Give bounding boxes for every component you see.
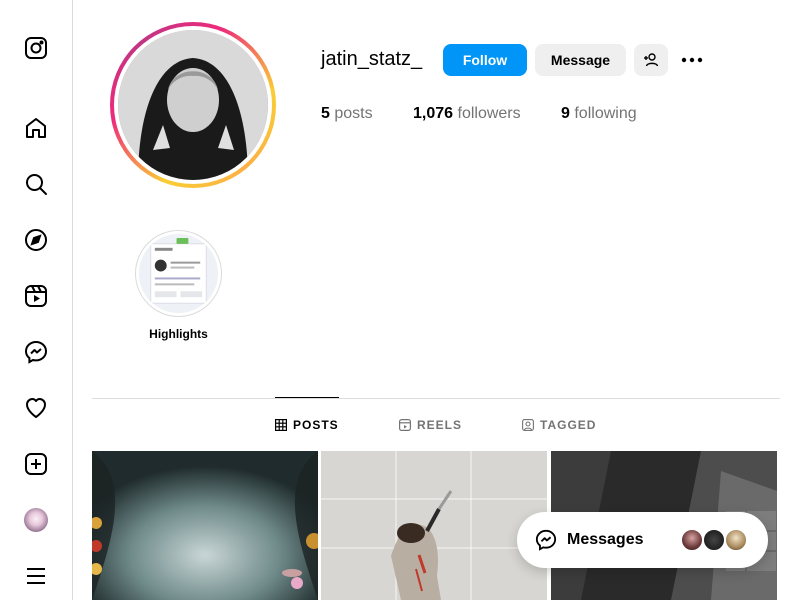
followers-label: followers	[457, 105, 521, 122]
tab-tagged-label: TAGGED	[540, 418, 597, 432]
post-thumbnail[interactable]	[321, 451, 547, 600]
posts-stat: 5 posts	[321, 105, 373, 123]
posts-count: 5	[321, 105, 330, 122]
highlight-thumbnail	[139, 234, 218, 313]
messenger-icon[interactable]	[24, 340, 48, 364]
followers-count: 1,076	[413, 105, 454, 122]
highlight-label: Highlights	[149, 327, 208, 341]
following-count: 9	[561, 105, 570, 122]
grid-icon	[275, 419, 287, 431]
reels-tab-icon	[399, 419, 411, 431]
posts-label: posts	[334, 105, 373, 122]
active-tab-indicator	[275, 397, 339, 398]
reels-icon[interactable]	[24, 284, 48, 308]
following-label: following	[574, 105, 637, 122]
tabs-divider	[92, 398, 780, 399]
tab-reels-label: REELS	[417, 418, 463, 432]
profile-bio: ᅠᅠᅠᅠ	[321, 154, 366, 168]
following-stat[interactable]: 9 following	[561, 105, 637, 123]
search-icon[interactable]	[24, 172, 48, 196]
conversation-avatar	[724, 528, 748, 552]
sidebar	[0, 0, 73, 600]
tagged-icon	[522, 419, 534, 431]
follow-button[interactable]: Follow	[443, 44, 527, 76]
explore-compass-icon[interactable]	[24, 228, 48, 252]
message-button[interactable]: Message	[535, 44, 626, 76]
profile-avatar-story-ring[interactable]	[110, 22, 276, 188]
story-highlight[interactable]	[135, 230, 222, 317]
conversation-avatar	[680, 528, 704, 552]
tab-tagged[interactable]: TAGGED	[522, 418, 596, 432]
profile-username: jatin_statz_	[321, 48, 423, 70]
post-thumbnail[interactable]	[92, 451, 318, 600]
messages-label: Messages	[567, 531, 644, 548]
more-options-icon[interactable]	[680, 50, 704, 70]
suggested-accounts-button[interactable]	[634, 44, 668, 76]
conversation-avatar	[702, 528, 726, 552]
home-icon[interactable]	[24, 116, 48, 140]
heart-icon[interactable]	[24, 396, 48, 420]
messenger-icon	[535, 529, 557, 551]
add-user-icon	[644, 53, 659, 67]
profile-avatar-icon[interactable]	[24, 508, 48, 532]
tab-posts-label: POSTS	[293, 418, 339, 432]
instagram-logo-icon[interactable]	[24, 36, 48, 60]
tab-reels[interactable]: REELS	[399, 418, 462, 432]
create-plus-icon[interactable]	[24, 452, 48, 476]
followers-stat[interactable]: 1,076 followers	[413, 105, 521, 123]
profile-picture	[118, 30, 268, 180]
hamburger-menu-icon[interactable]	[24, 564, 48, 588]
tab-posts[interactable]: POSTS	[275, 418, 339, 432]
